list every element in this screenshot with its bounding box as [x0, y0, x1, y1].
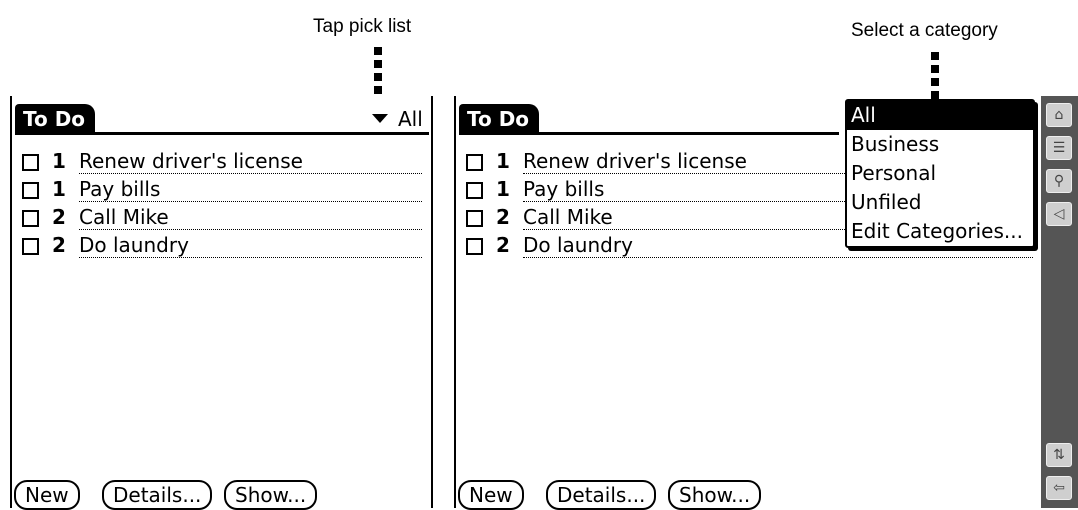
task-checkbox[interactable]: [466, 210, 483, 227]
task-priority[interactable]: 2: [496, 204, 510, 230]
task-checkbox[interactable]: [466, 238, 483, 255]
category-option-unfiled[interactable]: Unfiled: [847, 188, 1033, 217]
task-description[interactable]: Pay bills: [523, 176, 604, 202]
menu-icon[interactable]: ☰: [1046, 136, 1072, 160]
dropdown-arrow-icon: [372, 114, 388, 123]
task-description[interactable]: Call Mike: [523, 204, 613, 230]
task-description[interactable]: Pay bills: [79, 176, 160, 202]
back-icon[interactable]: ⇦: [1046, 476, 1072, 500]
task-description[interactable]: Do laundry: [523, 232, 633, 258]
left-screen: To Do All 1 Renew driver's license 1 Pay…: [10, 96, 435, 510]
task-description[interactable]: Call Mike: [79, 204, 169, 230]
task-checkbox[interactable]: [466, 182, 483, 199]
category-option-all[interactable]: All: [847, 101, 1033, 130]
category-option-edit-categories[interactable]: Edit Categories...: [847, 217, 1033, 246]
category-option-business[interactable]: Business: [847, 130, 1033, 159]
task-priority[interactable]: 1: [496, 148, 510, 174]
list-item[interactable]: 1 Pay bills: [22, 176, 422, 204]
list-item[interactable]: 2 Do laundry: [22, 232, 422, 260]
details-button[interactable]: Details...: [546, 480, 657, 510]
find-icon[interactable]: ⚲: [1046, 169, 1072, 193]
task-description[interactable]: Renew driver's license: [523, 148, 747, 174]
task-checkbox[interactable]: [22, 154, 39, 171]
category-pick-list-value: All: [398, 107, 423, 131]
task-priority[interactable]: 1: [52, 148, 66, 174]
task-priority[interactable]: 2: [496, 232, 510, 258]
task-priority[interactable]: 2: [52, 232, 66, 258]
show-button[interactable]: Show...: [224, 480, 318, 510]
show-button[interactable]: Show...: [668, 480, 762, 510]
category-option-personal[interactable]: Personal: [847, 159, 1033, 188]
home-icon[interactable]: ⌂: [1046, 103, 1072, 127]
task-priority[interactable]: 2: [52, 204, 66, 230]
pointer-dots-left: [374, 47, 382, 99]
silkscreen-bar: ⌂ ☰ ⚲ ◁ ⇅ ⇦: [1041, 96, 1078, 508]
task-checkbox[interactable]: [22, 210, 39, 227]
list-item[interactable]: 1 Renew driver's license: [22, 148, 422, 176]
task-checkbox[interactable]: [466, 154, 483, 171]
task-description[interactable]: Renew driver's license: [79, 148, 303, 174]
title-underline: [15, 132, 429, 135]
list-item[interactable]: 2 Call Mike: [22, 204, 422, 232]
rotate-icon[interactable]: ⇅: [1046, 443, 1072, 467]
category-popup-list: All Business Personal Unfiled Edit Categ…: [845, 99, 1035, 248]
task-checkbox[interactable]: [22, 182, 39, 199]
app-title: To Do: [459, 104, 540, 134]
task-priority[interactable]: 1: [52, 176, 66, 202]
category-pick-list[interactable]: All: [372, 104, 423, 134]
task-priority[interactable]: 1: [496, 176, 510, 202]
new-button[interactable]: New: [458, 480, 524, 510]
task-checkbox[interactable]: [22, 238, 39, 255]
caption-tap-pick-list: Tap pick list: [313, 16, 412, 37]
details-button[interactable]: Details...: [102, 480, 213, 510]
volume-icon[interactable]: ◁: [1046, 202, 1072, 226]
title-underline: [459, 132, 839, 135]
caption-select-category: Select a category: [851, 20, 998, 41]
app-title: To Do: [15, 104, 96, 134]
new-button[interactable]: New: [14, 480, 80, 510]
task-description[interactable]: Do laundry: [79, 232, 189, 258]
